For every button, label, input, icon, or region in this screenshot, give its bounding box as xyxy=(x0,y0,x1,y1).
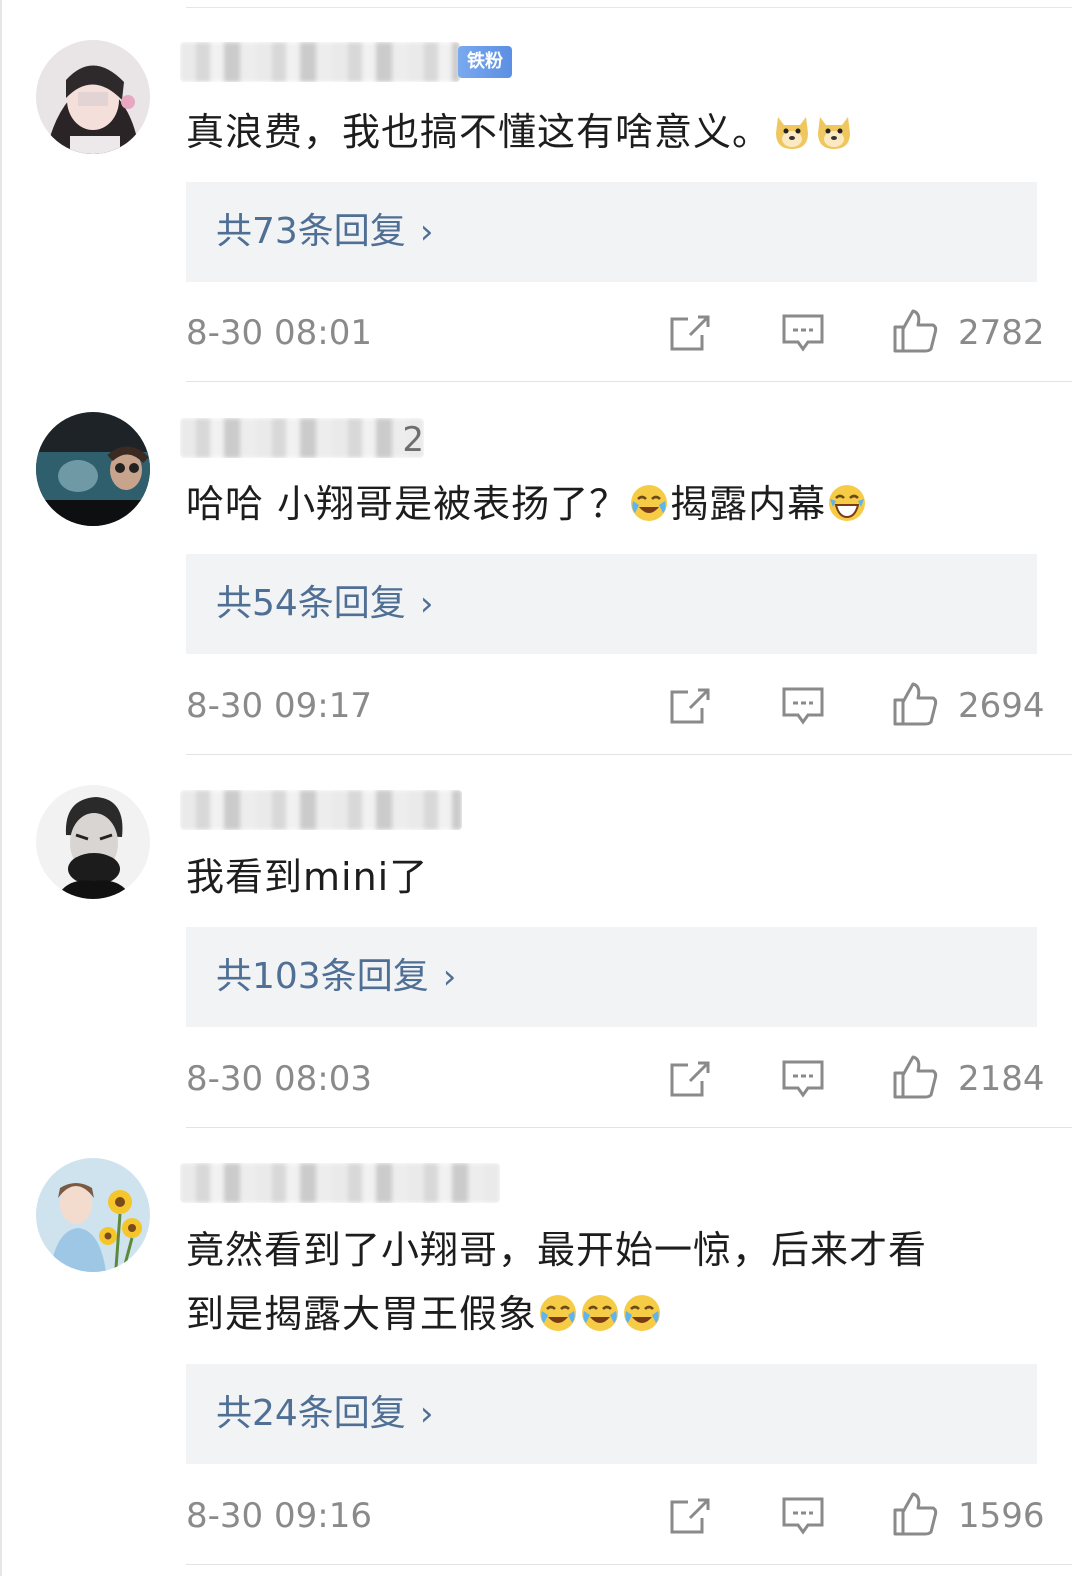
comment-icon[interactable] xyxy=(781,1496,825,1536)
thumbs-up-icon[interactable] xyxy=(891,1490,939,1538)
doge-emoji xyxy=(776,117,809,149)
divider xyxy=(186,1564,1072,1565)
replies-link[interactable]: 共73条回复 › xyxy=(216,182,433,282)
replies-link[interactable]: 共24条回复 › xyxy=(216,1364,433,1464)
avatar[interactable] xyxy=(36,40,150,154)
comment-meta: 8-30 09:17 2694 xyxy=(186,676,1045,736)
username[interactable]: 2 xyxy=(180,418,424,458)
thumbs-up-icon[interactable] xyxy=(891,307,939,355)
divider xyxy=(186,1127,1072,1128)
doge-emoji xyxy=(818,117,851,149)
share-icon[interactable] xyxy=(668,1059,712,1099)
laugh-cry-emoji xyxy=(582,1295,619,1331)
comment-icon[interactable] xyxy=(781,313,825,353)
timestamp: 8-30 09:17 xyxy=(186,686,372,726)
top-divider xyxy=(186,7,1072,8)
laugh-cry-emoji xyxy=(631,485,668,521)
comment-meta: 8-30 08:03 2184 xyxy=(186,1049,1045,1109)
avatar[interactable] xyxy=(36,785,150,899)
username[interactable] xyxy=(180,42,460,82)
divider xyxy=(186,381,1072,382)
username[interactable] xyxy=(180,790,462,830)
share-icon[interactable] xyxy=(668,313,712,353)
avatar[interactable] xyxy=(36,1158,150,1272)
share-icon[interactable] xyxy=(668,1496,712,1536)
username-visible-suffix: 2 xyxy=(402,420,424,458)
replies-link[interactable]: 共103条回复 › xyxy=(216,927,456,1027)
chevron-right-icon: › xyxy=(442,957,457,997)
timestamp: 8-30 08:01 xyxy=(186,313,372,353)
username[interactable] xyxy=(180,1163,500,1203)
laugh-cry-emoji xyxy=(540,1295,577,1331)
replies-link[interactable]: 共54条回复 › xyxy=(216,554,433,654)
like-count: 2782 xyxy=(958,313,1045,353)
avatar[interactable] xyxy=(36,412,150,526)
comment-text: 真浪费，我也搞不懂这有啥意义。 xyxy=(186,100,1036,164)
grin-tears-emoji xyxy=(829,485,866,521)
like-count: 2184 xyxy=(958,1059,1045,1099)
comment-text: 竟然看到了小翔哥，最开始一惊，后来才看 到是揭露大胃王假象 xyxy=(186,1228,928,1336)
blurred-username xyxy=(180,418,424,458)
timestamp: 8-30 08:03 xyxy=(186,1059,372,1099)
replies-box[interactable]: 共73条回复 › xyxy=(186,182,1037,282)
comment-meta: 8-30 09:16 1596 xyxy=(186,1486,1045,1546)
chevron-right-icon: › xyxy=(419,584,434,624)
thumbs-up-icon[interactable] xyxy=(891,1053,939,1101)
replies-box[interactable]: 共54条回复 › xyxy=(186,554,1037,654)
blurred-username xyxy=(180,1163,500,1203)
share-icon[interactable] xyxy=(668,686,712,726)
chevron-right-icon: › xyxy=(419,1394,434,1434)
divider xyxy=(186,754,1072,755)
comment-text: 哈哈 小翔哥是被表扬了？ 揭露内幕 xyxy=(186,472,1036,536)
like-count: 2694 xyxy=(958,686,1045,726)
replies-box[interactable]: 共24条回复 › xyxy=(186,1364,1037,1464)
like-count: 1596 xyxy=(958,1496,1045,1536)
blurred-username xyxy=(180,42,460,82)
laugh-cry-emoji xyxy=(624,1295,661,1331)
comment-meta: 8-30 08:01 2782 xyxy=(186,303,1045,363)
replies-box[interactable]: 共103条回复 › xyxy=(186,927,1037,1027)
thumbs-up-icon[interactable] xyxy=(891,680,939,728)
timestamp: 8-30 09:16 xyxy=(186,1496,372,1536)
fan-badge[interactable]: 铁粉 xyxy=(458,46,512,78)
blurred-username xyxy=(180,790,462,830)
comment-icon[interactable] xyxy=(781,1059,825,1099)
comment-text: 我看到mini了 xyxy=(186,855,429,899)
comment-icon[interactable] xyxy=(781,686,825,726)
chevron-right-icon: › xyxy=(419,212,434,252)
